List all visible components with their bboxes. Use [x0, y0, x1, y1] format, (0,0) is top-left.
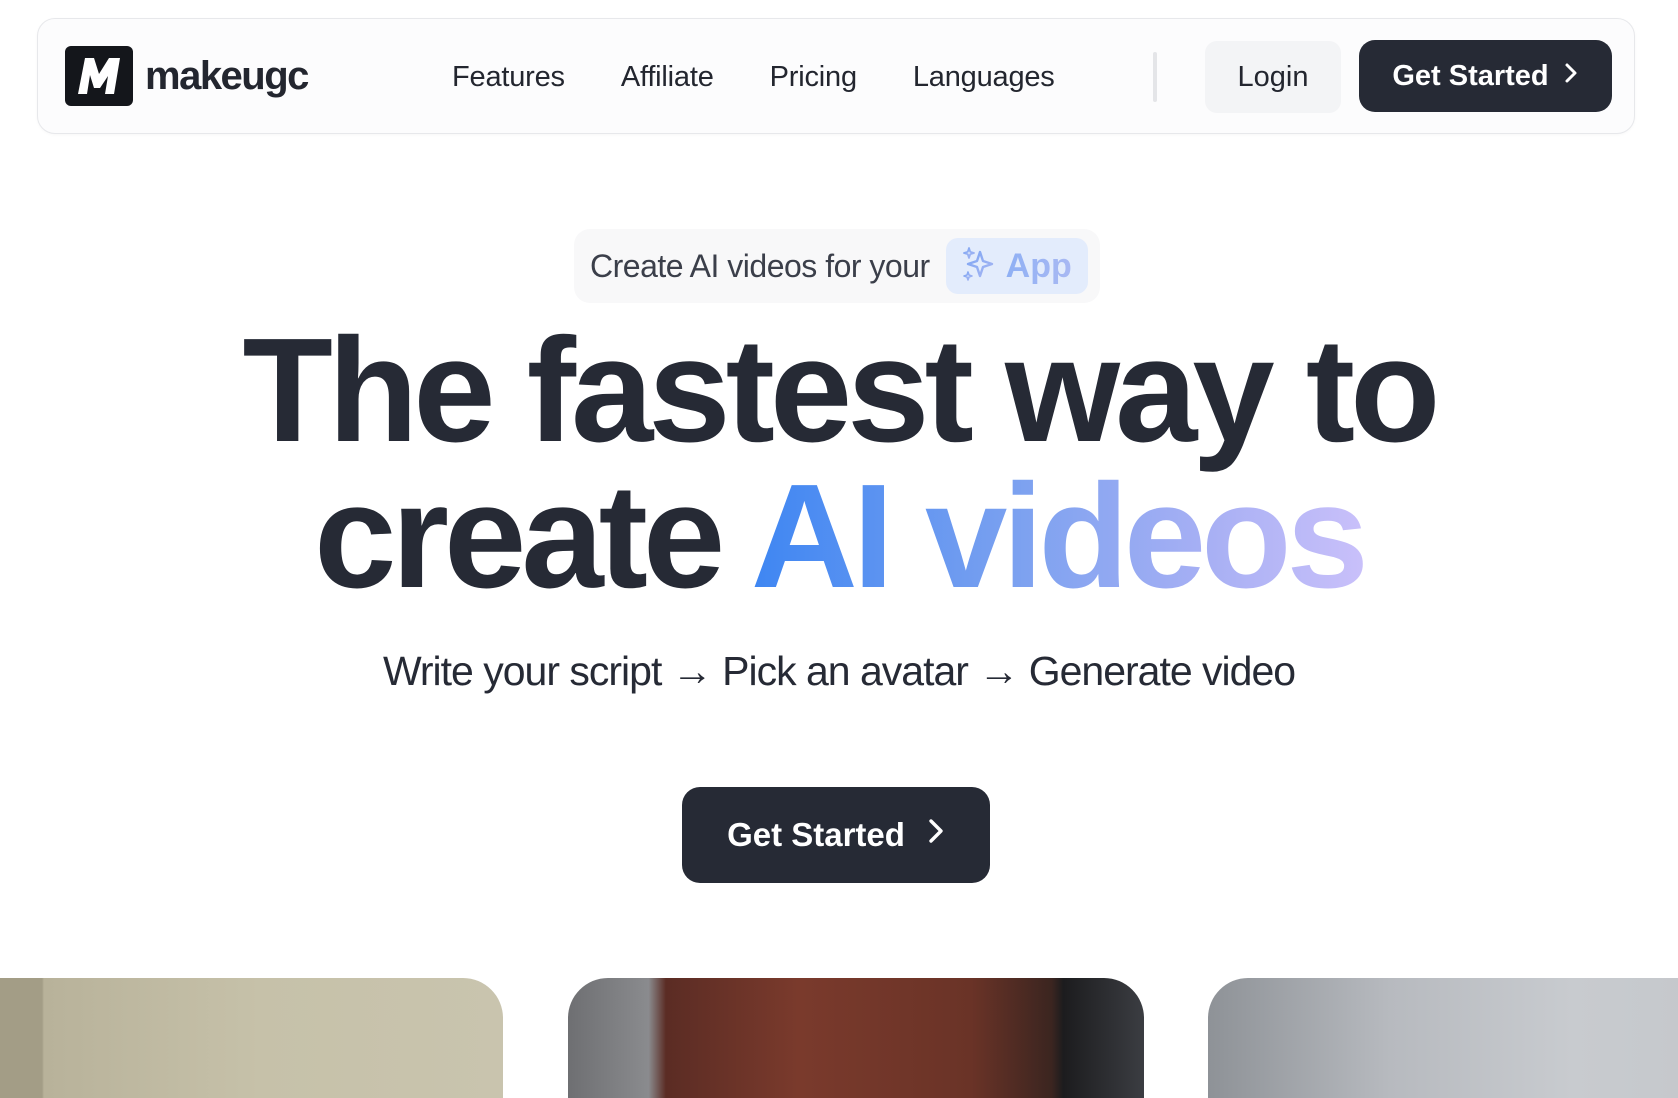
hero-headline: The fastest way to create AI videos — [0, 317, 1678, 611]
pill-chip-label: App — [1005, 246, 1072, 285]
brand-logo-link[interactable]: makeugc — [65, 46, 309, 106]
hero-get-started-button[interactable]: Get Started — [682, 787, 990, 883]
video-preview-card-3[interactable] — [1208, 978, 1678, 1098]
M-logo-icon — [65, 46, 133, 106]
nav-get-started-button[interactable]: Get Started — [1359, 40, 1612, 112]
headline-line-2-accent: AI videos — [750, 454, 1369, 619]
brand-name: makeugc — [145, 54, 309, 98]
hero-subheadline: Write your script → Pick an avatar → Gen… — [382, 648, 1296, 694]
headline-line-1: The fastest way to — [242, 308, 1440, 473]
nav-get-started-label: Get Started — [1392, 59, 1549, 92]
nav-link-features[interactable]: Features — [452, 61, 565, 94]
nav-link-languages[interactable]: Languages — [913, 61, 1055, 94]
top-navbar: makeugc Features Affiliate Pricing Langu… — [37, 18, 1635, 134]
sparkles-icon — [962, 246, 996, 287]
main-nav: Features Affiliate Pricing Languages — [452, 19, 1055, 135]
nav-link-pricing[interactable]: Pricing — [770, 61, 857, 94]
pill-text: Create AI videos for your — [590, 247, 930, 284]
hero-tagline-pill: Create AI videos for your App — [574, 229, 1100, 303]
headline-line-2-plain: create — [314, 454, 725, 619]
pill-chip-app: App — [945, 238, 1088, 294]
chevron-right-icon — [1563, 60, 1579, 93]
hero-get-started-label: Get Started — [727, 816, 905, 853]
nav-link-affiliate[interactable]: Affiliate — [621, 61, 714, 94]
video-preview-card-2[interactable] — [568, 978, 1144, 1098]
nav-divider — [1153, 52, 1157, 102]
video-preview-card-1[interactable] — [0, 978, 503, 1098]
login-button[interactable]: Login — [1205, 41, 1341, 113]
chevron-right-icon — [927, 816, 945, 854]
